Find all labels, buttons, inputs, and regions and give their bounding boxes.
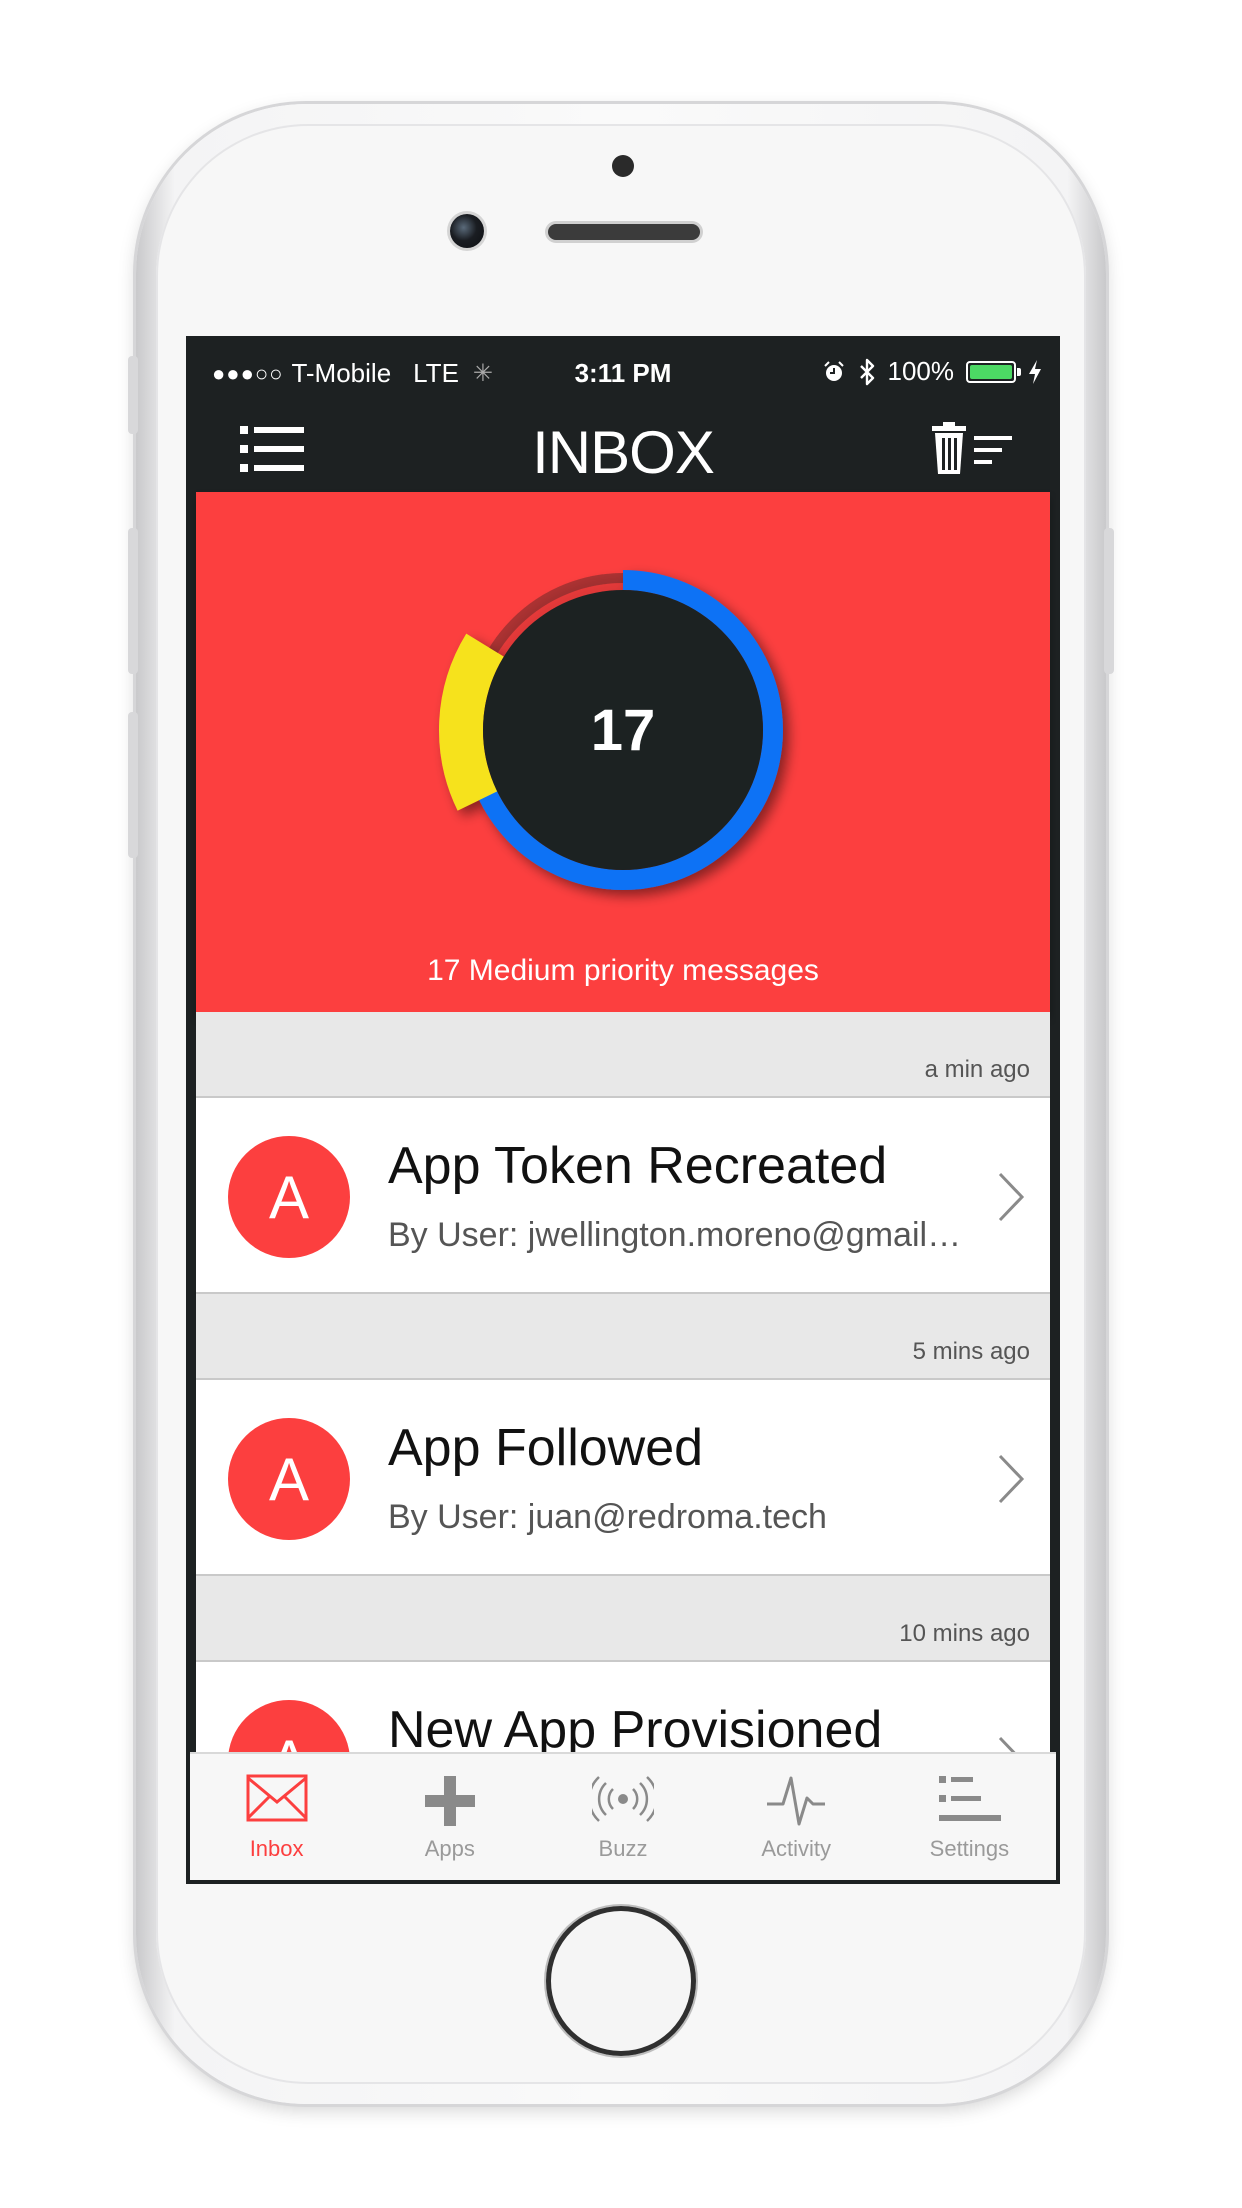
battery-percent: 100% (887, 356, 955, 386)
timestamp-row: a min ago (196, 1012, 1050, 1096)
tab-label: Activity (761, 1836, 832, 1861)
battery-icon (966, 360, 1021, 383)
page-title: INBOX (532, 419, 715, 486)
avatar: A (228, 1700, 350, 1752)
item-subtitle: By User: jwellington.moreno@gmail.com (388, 1216, 968, 1254)
tab-label: Buzz (598, 1836, 648, 1861)
priority-caption: 17 Medium priority messages (427, 954, 819, 987)
timestamp-row: 10 mins ago (196, 1576, 1050, 1660)
tab-apps[interactable]: Apps (363, 1754, 536, 1880)
tab-label: Apps (424, 1836, 475, 1861)
message-count: 17 (590, 697, 656, 763)
pulse-icon (767, 1776, 826, 1826)
tab-activity[interactable]: Activity (710, 1754, 883, 1880)
settings-list-icon (939, 1776, 1002, 1821)
item-title: App Followed (388, 1419, 704, 1477)
tab-settings[interactable]: Settings (883, 1754, 1056, 1880)
earpiece-speaker (548, 224, 700, 240)
timestamp: 10 mins ago (899, 1620, 1030, 1647)
envelope-icon (246, 1774, 308, 1822)
timestamp-row: 5 mins ago (196, 1294, 1050, 1378)
power-button (1104, 528, 1114, 674)
bluetooth-icon (859, 358, 874, 385)
list-item[interactable]: A New App Provisioned (196, 1660, 1050, 1752)
chevron-right-icon (998, 1454, 1025, 1504)
timestamp: 5 mins ago (912, 1338, 1030, 1365)
priority-summary-card[interactable]: 17 17 Medium priority messages (196, 492, 1050, 1012)
navigation-bar: INBOX (190, 404, 1056, 492)
list-item[interactable]: A App Token Recreated By User: jwellingt… (196, 1096, 1050, 1294)
broadcast-icon (592, 1776, 654, 1822)
chevron-right-icon (998, 1736, 1016, 1752)
alarm-icon (823, 360, 844, 381)
tab-bar: Inbox Apps Buzz Activity Settings (190, 1752, 1056, 1880)
volume-down-button (128, 712, 138, 858)
item-subtitle: By User: juan@redroma.tech (388, 1498, 827, 1536)
avatar: A (228, 1418, 350, 1540)
list-item[interactable]: A App Followed By User: juan@redroma.tec… (196, 1378, 1050, 1576)
tab-label: Settings (929, 1836, 1010, 1861)
notification-feed: a min ago A App Token Recreated By User:… (196, 1012, 1050, 1752)
timestamp: a min ago (924, 1056, 1030, 1083)
trash-sort-icon[interactable] (930, 422, 1014, 476)
tab-inbox[interactable]: Inbox (190, 1754, 363, 1880)
home-button[interactable] (546, 1906, 696, 2056)
front-camera (450, 214, 484, 248)
tab-label: Inbox (249, 1836, 304, 1861)
item-title: App Token Recreated (388, 1137, 888, 1195)
status-bar: ●●●○○ T-Mobile LTE ✳ 3:11 PM 100% (190, 340, 1056, 404)
volume-up-button (128, 528, 138, 674)
app-screen: ●●●○○ T-Mobile LTE ✳ 3:11 PM 100% INBOX … (190, 340, 1056, 1880)
item-title: New App Provisioned (388, 1701, 883, 1752)
proximity-sensor (612, 155, 634, 177)
charging-bolt-icon (1029, 359, 1041, 384)
chevron-right-icon (998, 1172, 1025, 1222)
tab-buzz[interactable]: Buzz (536, 1754, 709, 1880)
plus-icon (424, 1776, 475, 1826)
mute-switch (128, 356, 138, 434)
avatar: A (228, 1136, 350, 1258)
